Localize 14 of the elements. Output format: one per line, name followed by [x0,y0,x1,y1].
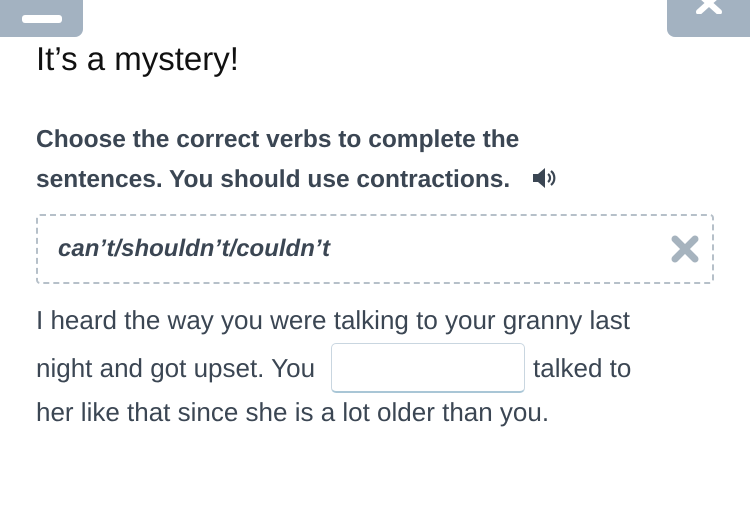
answer-field[interactable] [331,343,526,393]
exercise-title: It’s a mystery! [36,40,239,78]
sentence-text: her like that since she is a lot older than you. [36,396,550,428]
close-button[interactable] [667,0,750,37]
sentence-text: night and got upset. You [36,352,316,384]
close-icon [694,0,724,14]
instruction-text: Choose the correct verbs to complete the sentences. You should use contractions. [36,120,636,200]
speaker-icon[interactable] [532,167,558,189]
sentence-text: I heard the way you were talking to your granny last [36,304,630,336]
minus-icon [22,14,62,22]
word-option[interactable]: can’t/shouldn’t/couldn’t [58,235,330,263]
minimize-button[interactable] [0,0,83,37]
close-icon[interactable] [670,234,700,264]
sentence-text: talked to [533,352,632,384]
